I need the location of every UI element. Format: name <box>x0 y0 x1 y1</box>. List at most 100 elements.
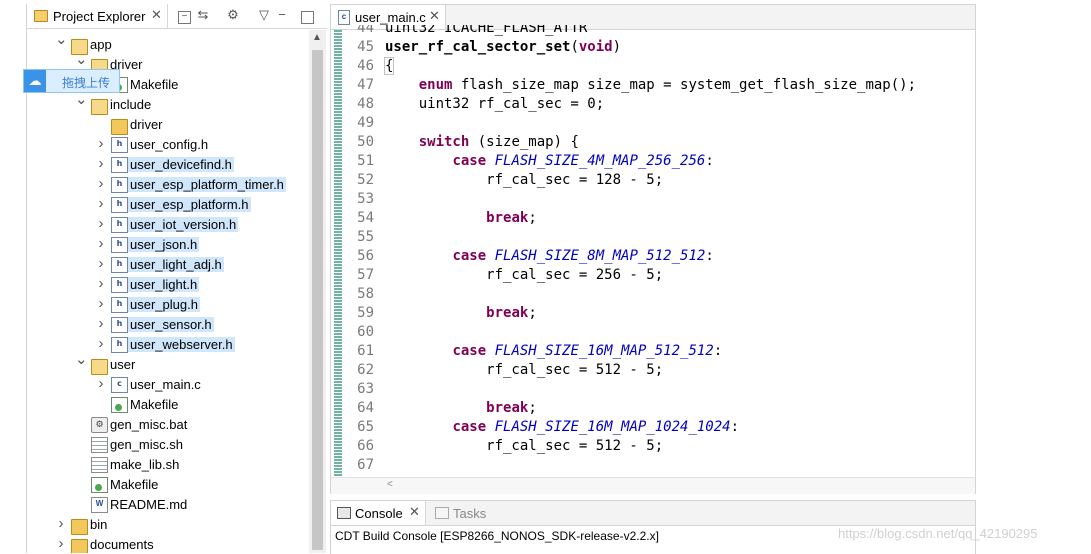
code-line[interactable]: 67 <box>345 456 975 475</box>
chevron-down-icon[interactable]: ⌄ <box>75 52 88 68</box>
code-line[interactable]: 54 break; <box>345 209 975 228</box>
tree-item-label: Makefile <box>110 477 159 492</box>
text-file-icon <box>91 457 108 473</box>
tree-item[interactable]: ⌄ user <box>27 352 309 375</box>
link-with-editor-icon[interactable]: ⇆ <box>195 7 211 23</box>
code-area[interactable]: 44 uint32 ICACHE_FLASH_ATTR 45 user_rf_cal_… <box>345 25 975 477</box>
code-line[interactable]: 51 case FLASH_SIZE_4M_MAP_256_256: <box>345 152 975 171</box>
code-line[interactable]: 52 rf_cal_sec = 128 - 5; <box>345 171 975 190</box>
code-line[interactable]: 60 <box>345 323 975 342</box>
tree-item[interactable]: › h user_light.h <box>27 274 309 294</box>
tree-item[interactable]: › h user_config.h <box>27 134 309 154</box>
chevron-right-icon[interactable]: › <box>55 536 67 552</box>
code-line[interactable]: 66 rf_cal_sec = 512 - 5; <box>345 437 975 456</box>
upload-widget[interactable]: ☁ 拖拽上传 <box>23 69 120 93</box>
code-line[interactable]: 58 <box>345 285 975 304</box>
code-line[interactable]: 57 rf_cal_sec = 256 - 5; <box>345 266 975 285</box>
tab-project-explorer[interactable]: Project Explorer ✕ <box>27 4 168 28</box>
code-line[interactable]: 44 uint32 ICACHE_FLASH_ATTR <box>345 25 975 38</box>
collapse-all-icon[interactable]: − <box>178 11 191 24</box>
close-icon[interactable]: ✕ <box>429 8 440 24</box>
explorer-tabbar: Project Explorer ✕ − ⇆ ⚙ ▽ − <box>27 4 327 29</box>
tree-item[interactable]: › h user_light_adj.h <box>27 254 309 274</box>
tree-item[interactable]: gen_misc.sh <box>27 434 309 454</box>
close-icon[interactable]: ✕ <box>151 7 162 23</box>
tree-item[interactable]: driver <box>27 114 309 135</box>
chevron-right-icon[interactable]: › <box>95 336 107 352</box>
scroll-left-icon[interactable]: < <box>387 479 393 490</box>
tab-tasks[interactable]: Tasks <box>429 501 499 525</box>
tree-item[interactable]: › bin <box>27 514 309 535</box>
code-line[interactable]: 65 case FLASH_SIZE_16M_MAP_1024_1024: <box>345 418 975 437</box>
tree-item[interactable]: › h user_esp_platform_timer.h <box>27 174 309 194</box>
code-line[interactable]: 55 <box>345 228 975 247</box>
chevron-right-icon[interactable]: › <box>95 316 107 332</box>
chevron-down-icon[interactable]: ⌄ <box>75 352 88 368</box>
tree-item[interactable]: Makefile <box>27 394 309 414</box>
tree-item-label: driver <box>130 117 163 132</box>
chevron-down-icon[interactable]: ⌄ <box>55 32 68 48</box>
minimize-icon[interactable]: − <box>274 7 290 23</box>
tree-item[interactable]: W README.md <box>27 494 309 514</box>
code-line[interactable]: 56 case FLASH_SIZE_8M_MAP_512_512: <box>345 247 975 266</box>
tree-item[interactable]: Makefile <box>27 474 309 494</box>
tree-item[interactable]: › h user_json.h <box>27 234 309 254</box>
code-line[interactable]: 64 break; <box>345 399 975 418</box>
code-line[interactable]: 47 enum flash_size_map size_map = system… <box>345 76 975 95</box>
tree-item[interactable]: ⚙ gen_misc.bat <box>27 414 309 434</box>
tree-item[interactable]: ⌄ include <box>27 92 309 115</box>
tree-item-label: gen_misc.sh <box>110 437 183 452</box>
tree-item[interactable]: › documents <box>27 534 309 553</box>
line-number: 65 <box>357 419 374 435</box>
code-text: uint32 ICACHE_FLASH_ATTR <box>385 25 588 36</box>
chevron-right-icon[interactable]: › <box>95 376 107 392</box>
close-icon[interactable]: ✕ <box>409 504 420 520</box>
tree-item[interactable]: make_lib.sh <box>27 454 309 474</box>
chevron-right-icon[interactable]: › <box>95 236 107 252</box>
chevron-right-icon[interactable]: › <box>55 516 67 532</box>
scroll-up-icon[interactable]: ▲ <box>312 32 322 43</box>
chevron-right-icon[interactable]: › <box>95 296 107 312</box>
tree-item[interactable]: › h user_iot_version.h <box>27 214 309 234</box>
tree-item[interactable]: › h user_sensor.h <box>27 314 309 334</box>
code-line[interactable]: 62 rf_cal_sec = 512 - 5; <box>345 361 975 380</box>
tree-item[interactable]: › h user_devicefind.h <box>27 154 309 174</box>
code-line[interactable]: 45 user_rf_cal_sector_set(void) <box>345 38 975 57</box>
tree-item[interactable]: › c user_main.c <box>27 374 309 394</box>
code-line[interactable]: 59 break; <box>345 304 975 323</box>
code-line[interactable]: 63 <box>345 380 975 399</box>
chevron-right-icon[interactable]: › <box>95 196 107 212</box>
tree-item[interactable]: › h user_webserver.h <box>27 334 309 354</box>
code-line[interactable]: 46 { <box>345 57 975 76</box>
code-line[interactable]: 61 case FLASH_SIZE_16M_MAP_512_512: <box>345 342 975 361</box>
chevron-right-icon[interactable]: › <box>95 276 107 292</box>
tree-item[interactable]: › h user_plug.h <box>27 294 309 314</box>
code-line[interactable]: 53 <box>345 190 975 209</box>
maximize-icon[interactable] <box>301 11 314 24</box>
code-line[interactable]: 50 switch (size_map) { <box>345 133 975 152</box>
chevron-right-icon[interactable]: › <box>95 176 107 192</box>
header-file-icon: h <box>111 237 128 253</box>
code-line[interactable]: 49 <box>345 114 975 133</box>
chevron-right-icon[interactable]: › <box>95 216 107 232</box>
chevron-right-icon[interactable]: › <box>95 156 107 172</box>
filter-icon[interactable]: ⚙ <box>225 7 241 23</box>
tree-scrollbar[interactable]: ▲ <box>309 30 326 553</box>
line-number: 52 <box>357 172 374 188</box>
tree-item[interactable]: › h user_esp_platform.h <box>27 194 309 214</box>
line-number: 47 <box>357 77 374 93</box>
chevron-right-icon[interactable]: › <box>95 256 107 272</box>
overview-ruler[interactable] <box>331 30 345 476</box>
tree-item[interactable]: ⌄ app <box>27 32 309 55</box>
tab-console[interactable]: Console ✕ <box>331 501 426 525</box>
tree-item-label: include <box>110 97 152 112</box>
horizontal-scrollbar[interactable]: < <box>331 477 975 494</box>
chevron-right-icon[interactable]: › <box>95 136 107 152</box>
scroll-thumb[interactable] <box>312 50 323 550</box>
code-text: switch (size_map) { <box>418 134 579 150</box>
c-file-icon: c <box>338 10 350 25</box>
code-line[interactable]: 48 uint32 rf_cal_sec = 0; <box>345 95 975 114</box>
view-menu-icon[interactable]: ▽ <box>256 7 272 23</box>
code-text: break; <box>486 305 537 321</box>
chevron-down-icon[interactable]: ⌄ <box>75 92 88 108</box>
